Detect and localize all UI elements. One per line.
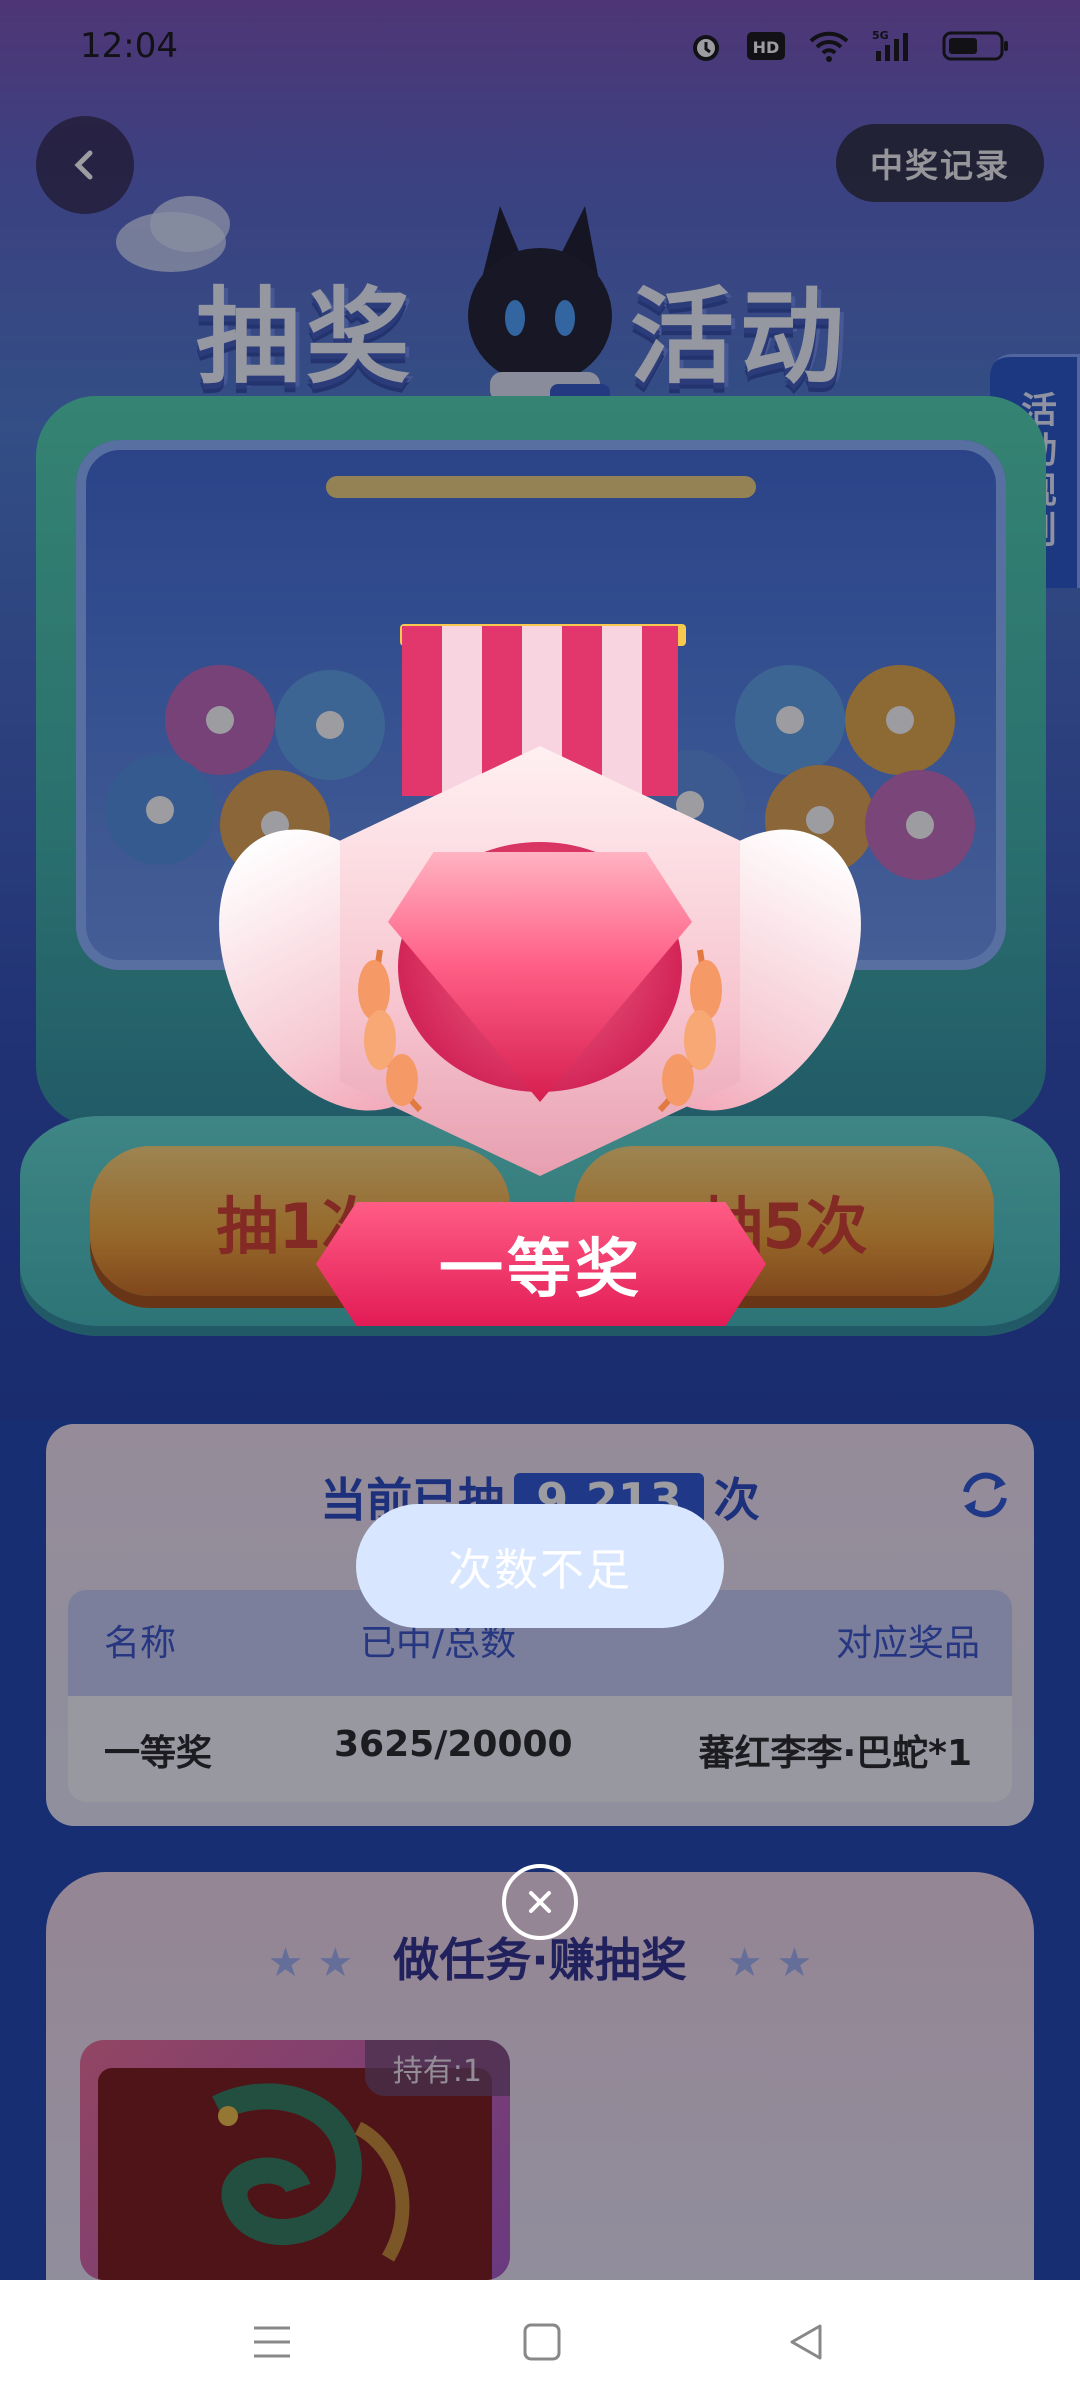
laurel-left-icon [358,949,423,1113]
menu-icon[interactable] [252,2322,292,2362]
system-nav-bar [0,2280,1080,2408]
home-icon[interactable] [522,2322,562,2362]
close-button[interactable] [502,1864,578,1940]
laurel-right-icon [657,949,722,1113]
back-nav-icon[interactable] [786,2322,826,2362]
close-icon [529,1891,551,1913]
toast-message: 次数不足 [356,1504,724,1628]
prize-name-banner: 一等奖 [316,1202,766,1326]
